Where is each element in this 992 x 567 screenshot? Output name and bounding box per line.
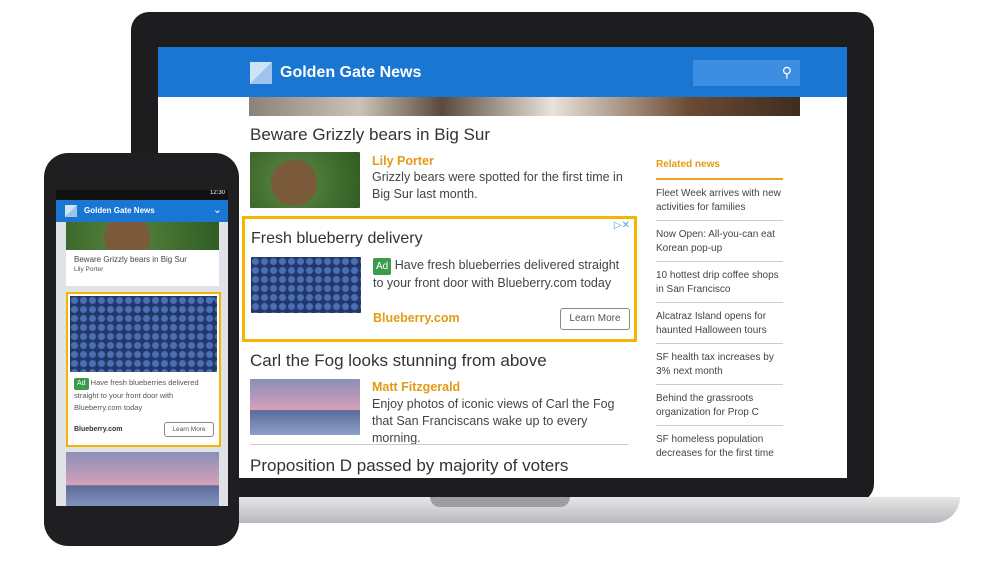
- article-summary: Grizzly bears were spotted for the first…: [372, 170, 623, 201]
- status-time: 12:30: [209, 190, 225, 196]
- related-heading: Related news: [656, 159, 783, 180]
- bear-image[interactable]: [66, 222, 219, 250]
- article-title[interactable]: Proposition D passed by majority of vote…: [250, 456, 568, 476]
- ad-advertiser[interactable]: Blueberry.com: [74, 426, 123, 433]
- logo-icon: [65, 205, 77, 217]
- article-author: Lily Porter: [372, 154, 434, 168]
- ad-tag: Ad: [74, 378, 89, 390]
- brand-title[interactable]: Golden Gate News: [280, 64, 421, 82]
- adchoices-icon[interactable]: ▷✕: [614, 220, 630, 231]
- article-title: Beware Grizzly bears in Big Sur: [74, 255, 187, 264]
- related-item[interactable]: 10 hottest drip coffee shops in San Fran…: [656, 262, 783, 303]
- blueberry-image[interactable]: [70, 296, 217, 372]
- laptop-screen: Golden Gate News ⚲ Beware Grizzly bears …: [158, 47, 847, 478]
- blueberry-image[interactable]: [251, 257, 361, 313]
- phone-header: Golden Gate News ⌄: [56, 200, 228, 222]
- ad-title[interactable]: Fresh blueberry delivery: [251, 230, 423, 248]
- ad-advertiser[interactable]: Blueberry.com: [373, 311, 460, 325]
- related-item[interactable]: Now Open: All-you-can eat Korean pop-up: [656, 221, 783, 262]
- header: Golden Gate News ⚲: [158, 47, 847, 97]
- search-icon[interactable]: ⚲: [782, 64, 792, 81]
- article-title[interactable]: Beware Grizzly bears in Big Sur: [250, 125, 490, 145]
- ad-text: Have fresh blueberries delivered straigh…: [74, 378, 199, 412]
- learn-more-button[interactable]: Learn More: [164, 422, 214, 437]
- related-item[interactable]: SF health tax increases by 3% next month: [656, 344, 783, 385]
- ad-unit[interactable]: ▷✕ Ad Have fresh blueberries delivered s…: [66, 292, 221, 447]
- related-item[interactable]: Behind the grassroots organization for P…: [656, 385, 783, 426]
- brand-title[interactable]: Golden Gate News: [84, 206, 155, 215]
- phone-screen: 12:30 Golden Gate News ⌄ Beware Grizzly …: [56, 190, 228, 506]
- learn-more-button[interactable]: Learn More: [560, 308, 630, 330]
- article-card[interactable]: Beware Grizzly bears in Big Sur Lily Por…: [66, 250, 219, 286]
- article-author: Lily Porter: [74, 266, 104, 273]
- bear-image[interactable]: [250, 152, 360, 208]
- article-title[interactable]: Carl the Fog looks stunning from above: [250, 351, 547, 371]
- related-news: Related news Fleet Week arrives with new…: [656, 159, 783, 466]
- bridge-image[interactable]: [250, 379, 360, 435]
- ad-tag: Ad: [373, 258, 392, 275]
- related-item[interactable]: Fleet Week arrives with new activities f…: [656, 180, 783, 221]
- adchoices-icon[interactable]: ▷✕: [206, 296, 216, 303]
- related-item[interactable]: Alcatraz Island opens for haunted Hallow…: [656, 303, 783, 344]
- divider: [250, 444, 628, 445]
- logo-icon: [250, 62, 272, 84]
- hero-image: [249, 97, 800, 116]
- ad-text: Have fresh blueberries delivered straigh…: [373, 258, 620, 290]
- article-summary: Enjoy photos of iconic views of Carl the…: [372, 397, 615, 445]
- chevron-down-icon[interactable]: ⌄: [213, 203, 222, 216]
- article-author: Matt Fitzgerald: [372, 380, 461, 394]
- status-bar: 12:30: [56, 190, 228, 200]
- related-item[interactable]: SF homeless population decreases for the…: [656, 426, 783, 466]
- bridge-image[interactable]: [66, 452, 219, 506]
- ad-unit[interactable]: Fresh blueberry delivery ▷✕ Ad Have fres…: [242, 216, 637, 342]
- laptop-notch: [430, 497, 570, 507]
- search-input[interactable]: ⚲: [693, 60, 800, 86]
